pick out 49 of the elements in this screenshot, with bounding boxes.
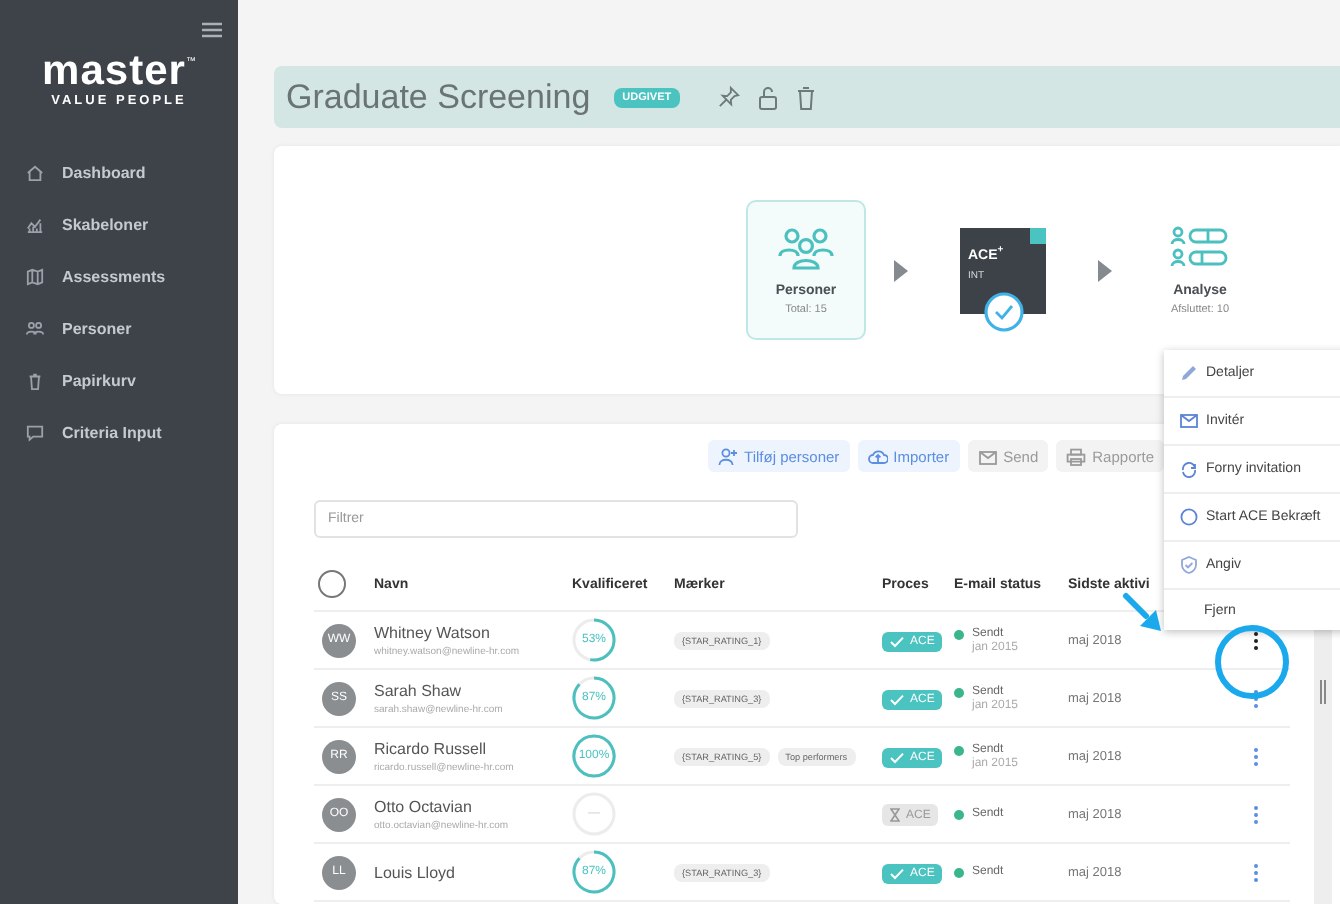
trash-icon (26, 371, 44, 389)
sidebar-item[interactable]: Skabeloner (0, 198, 238, 250)
status-dot (954, 810, 964, 821)
logo-wordmark: master (42, 52, 186, 92)
chart-icon (26, 215, 44, 233)
cloud-upload-icon (867, 447, 888, 465)
highlight-circle (1214, 624, 1290, 700)
comment-icon (26, 423, 44, 441)
trash-icon[interactable] (795, 85, 816, 109)
pin-icon[interactable] (717, 86, 740, 108)
person-name[interactable]: Ricardo Russell (374, 739, 572, 757)
arrow-icon (1098, 259, 1112, 281)
unlock-icon[interactable] (757, 85, 778, 109)
analysis-icon (1170, 225, 1230, 269)
arrow-icon (894, 259, 908, 281)
sidebar-item[interactable]: Personer (0, 302, 238, 354)
pencil-icon (1180, 364, 1198, 382)
people-icon (26, 319, 44, 337)
shield-check-icon (1180, 556, 1198, 574)
person-name[interactable]: Louis Lloyd (374, 863, 572, 881)
sidebar-item[interactable]: Dashboard (0, 146, 238, 198)
check-icon (890, 868, 904, 880)
add-person-icon (718, 447, 739, 465)
menu-icon[interactable] (202, 22, 222, 38)
send-icon (977, 447, 998, 465)
select-all-checkbox[interactable] (318, 570, 346, 598)
sidebar-item[interactable]: Assessments (0, 250, 238, 302)
status-dot (954, 688, 964, 698)
sidebar-item[interactable]: Criteria Input (0, 406, 238, 458)
status-dot (954, 746, 964, 756)
people-icon (776, 225, 836, 269)
home-icon (26, 163, 44, 181)
map-icon (26, 267, 44, 285)
refresh-icon (1180, 461, 1198, 477)
sidebar-item[interactable]: Papirkurv (0, 354, 238, 406)
circle-icon (1180, 508, 1198, 526)
printer-icon (1066, 447, 1087, 465)
hourglass-icon (890, 808, 900, 822)
person-name[interactable]: Otto Octavian (374, 797, 572, 815)
envelope-icon (1180, 414, 1198, 428)
status-dot (954, 868, 964, 879)
annotation-arrow (1122, 592, 1162, 632)
person-name[interactable]: Whitney Watson (374, 623, 572, 641)
page-title: Graduate Screening (286, 77, 591, 117)
check-icon (890, 636, 904, 648)
person-name[interactable]: Sarah Shaw (374, 681, 572, 699)
check-icon (890, 752, 904, 764)
check-icon (890, 694, 904, 706)
status-dot (954, 630, 964, 640)
